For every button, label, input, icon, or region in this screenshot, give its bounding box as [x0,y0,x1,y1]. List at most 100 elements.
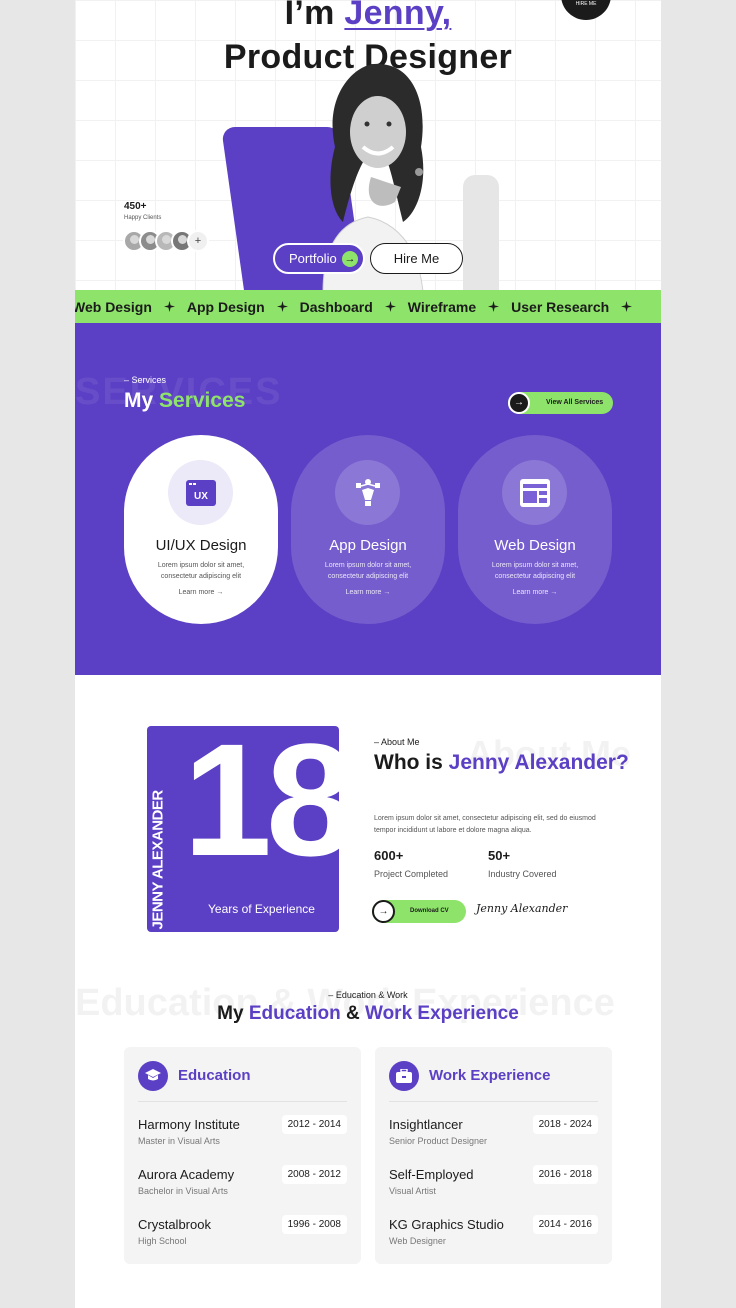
education-eyebrow: – Education & Work [328,990,408,1000]
row-period: 2014 - 2016 [532,1215,598,1234]
stat-label: Industry Covered [488,869,557,879]
about-title-b: Jenny Alexander? [448,751,629,774]
vertical-name-text: JENNY ALEXANDER [149,790,167,930]
marquee-item: Wireframe [407,298,477,315]
download-cv-label: Download CV [410,908,449,914]
stat-value: 50+ [488,848,511,863]
work-row: Self-Employed Visual Artist 2016 - 2018 [389,1165,598,1203]
download-cv-button[interactable]: → Download CV [372,900,466,923]
divider [138,1101,347,1102]
service-card-desc: Lorem ipsum dolor sit amet, consectetur … [324,562,412,580]
arrow-right-icon: → [383,589,391,596]
row-subtitle: High School [138,1236,187,1246]
learn-more-label: Learn more [345,589,382,596]
star-icon [488,301,500,312]
education-eyebrow-text: Education & Work [335,990,408,1000]
row-subtitle: Web Designer [389,1236,446,1246]
service-card-link[interactable]: Learn more → [291,589,445,596]
work-row: Insightlancer Senior Product Designer 20… [389,1115,598,1153]
service-card-uiux[interactable]: UX UI/UX Design Lorem ipsum dolor sit am… [124,435,278,624]
stat-label: Project Completed [374,869,449,879]
service-card-web[interactable]: Web Design Lorem ipsum dolor sit amet, c… [458,435,612,624]
hire-me-button[interactable]: Hire Me [370,243,463,274]
marquee-item: User Research [511,298,610,315]
education-row: Crystalbrook High School 1996 - 2008 [138,1215,347,1253]
education-title-b: Education [248,1003,341,1024]
learn-more-label: Learn more [178,589,215,596]
divider [389,1101,598,1102]
graduation-cap-icon [138,1061,168,1091]
service-card-app[interactable]: App Design Lorem ipsum dolor sit amet, c… [291,435,445,624]
ux-icon-text: UX [194,491,208,502]
service-card-title: UI/UX Design [155,537,247,554]
years-number: 18 [183,710,355,889]
briefcase-icon [389,1061,419,1091]
vertical-name: JENNY ALEXANDER [147,726,167,932]
education-title-a: My [217,1003,249,1024]
education-row: Harmony Institute Master in Visual Arts … [138,1115,347,1153]
education-title: My Education & Work Experience [75,1003,661,1025]
arrow-right-icon: → [216,589,224,596]
education-title-c: & [340,1003,365,1024]
services-title: My Services [124,389,245,413]
signature: Jenny Alexander [476,902,568,915]
arrow-right-icon: → [342,251,358,267]
services-title-a: My [124,389,160,412]
hero-section: I’m Jenny, Product Designer HIRE ME 450+… [75,0,661,290]
star-icon [621,301,633,312]
about-description: Lorem ipsum dolor sit amet, consectetur … [374,815,596,834]
row-subtitle: Senior Product Designer [389,1136,488,1146]
about-eyebrow-text: About Me [381,737,420,747]
star-icon [276,301,288,312]
row-subtitle: Bachelor in Visual Arts [138,1186,228,1196]
row-period: 2012 - 2014 [281,1115,347,1134]
marquee-item: Web Design [75,298,152,315]
years-label: Years of Experience [208,902,315,916]
client-avatars: + [123,230,209,252]
row-subtitle: Visual Artist [389,1186,436,1196]
service-card-link[interactable]: Learn more → [458,589,612,596]
portfolio-page: I’m Jenny, Product Designer HIRE ME 450+… [75,0,661,1308]
service-card-title: App Design [329,537,407,554]
education-panel: Education Harmony Institute Master in Vi… [124,1047,361,1264]
arrow-right-icon: → [550,589,558,596]
more-avatars-plus-icon[interactable]: + [187,230,209,252]
row-title: KG Graphics Studio [389,1217,504,1232]
star-icon [384,301,396,312]
view-all-services-button[interactable]: → View All Services [508,392,613,414]
service-card-desc: Lorem ipsum dolor sit amet, consectetur … [157,562,245,580]
marquee-item: Dashboard [299,298,373,315]
row-title: Self-Employed [389,1167,474,1182]
pen-tool-icon [335,460,400,525]
work-experience-panel: Work Experience Insightlancer Senior Pro… [375,1047,612,1264]
service-card-desc: Lorem ipsum dolor sit amet, consectetur … [491,562,579,580]
service-card-link[interactable]: Learn more → [124,589,278,596]
clients-label: Happy Clients [124,215,162,221]
row-period: 2008 - 2012 [281,1165,347,1184]
education-row: Aurora Academy Bachelor in Visual Arts 2… [138,1165,347,1203]
seal-text: HIRE ME [575,1,597,7]
ux-window-icon: UX [168,460,233,525]
view-all-services-label: View All Services [546,399,604,406]
portfolio-button[interactable]: Portfolio → [273,243,365,274]
services-eyebrow: – Services [124,375,167,385]
row-subtitle: Master in Visual Arts [138,1136,220,1146]
work-heading: Work Experience [429,1067,551,1084]
education-heading: Education [178,1067,251,1084]
arrow-right-icon: → [372,900,395,923]
stat-value: 600+ [374,848,404,863]
hero-title-name: Jenny, [344,0,452,32]
row-title: Harmony Institute [138,1117,240,1132]
row-period: 2016 - 2018 [532,1165,598,1184]
work-row: KG Graphics Studio Web Designer 2014 - 2… [389,1215,598,1253]
about-title-a: Who is [374,751,449,774]
about-title: Who is Jenny Alexander? [374,750,634,776]
about-eyebrow: – About Me [374,737,420,747]
education-title-d: Work Experience [364,1003,519,1024]
row-period: 1996 - 2008 [281,1215,347,1234]
portfolio-button-label: Portfolio [289,251,337,266]
skills-marquee: Web Design App Design Dashboard Wirefram… [75,290,661,323]
row-title: Insightlancer [389,1117,463,1132]
clients-count: 450+ [124,201,147,212]
browser-layout-icon [502,460,567,525]
